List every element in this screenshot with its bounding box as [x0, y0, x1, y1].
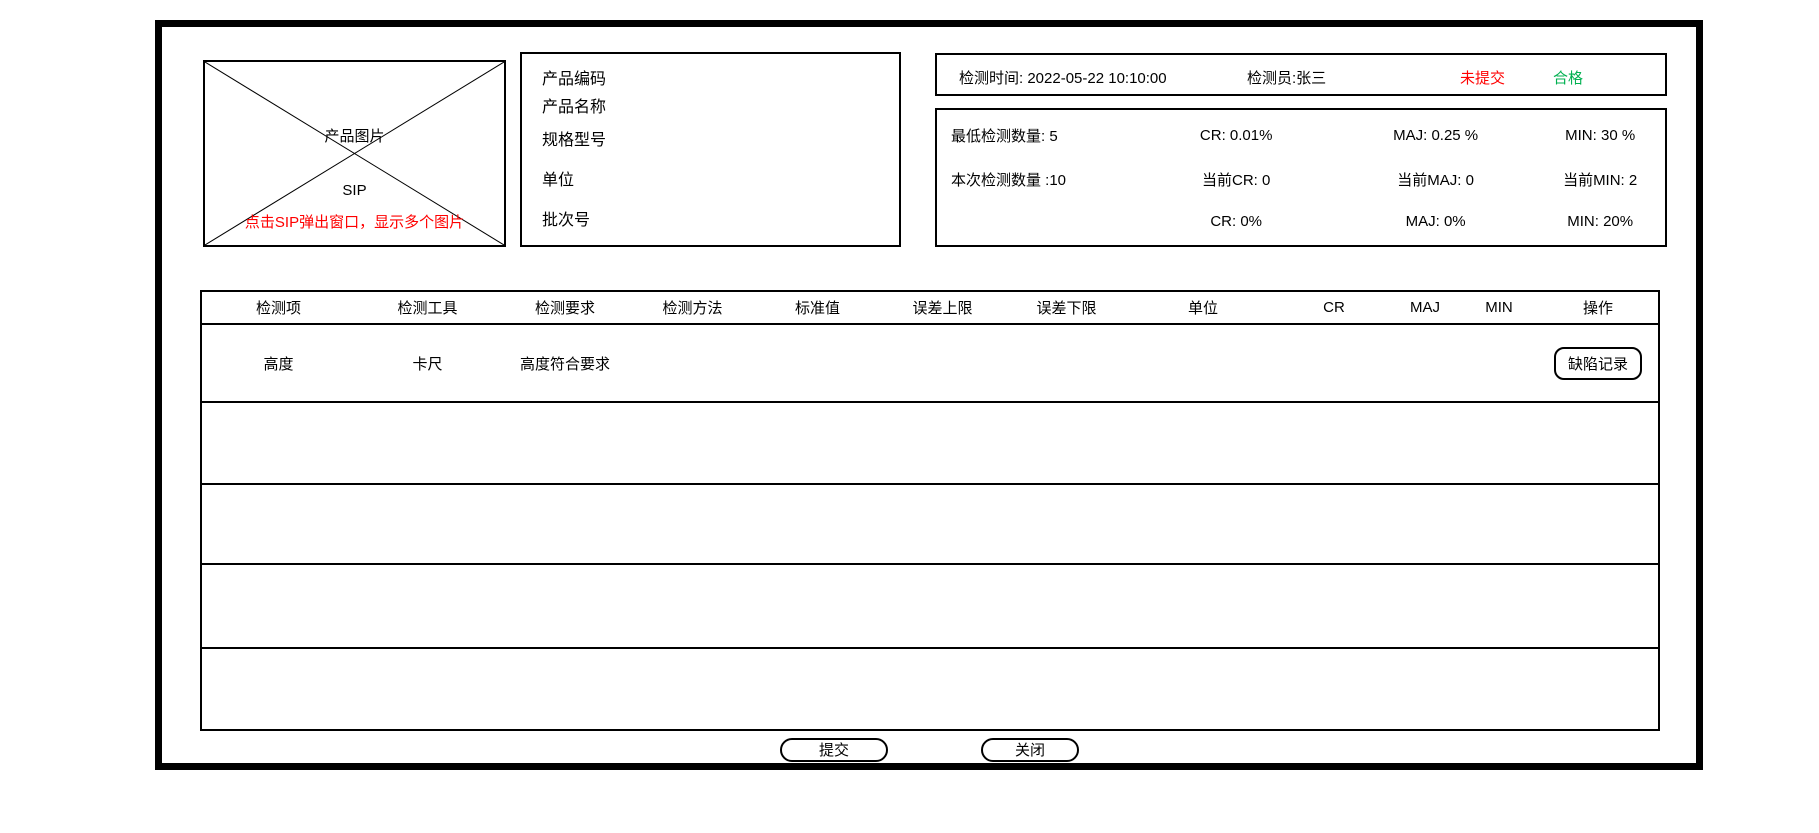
cell-item: 高度 — [202, 353, 355, 374]
result-status-badge: 合格 — [1553, 67, 1583, 88]
current-inspect-qty: 本次检测数量 :10 — [937, 169, 1166, 190]
sip-label[interactable]: SIP — [205, 182, 504, 199]
inspection-time: 检测时间: 2022-05-22 10:10:00 — [959, 67, 1167, 88]
sip-hint-annotation: 点击SIP弹出窗口，显示多个图片 — [205, 211, 504, 232]
current-maj: 当前MAJ: 0 — [1356, 169, 1516, 190]
cell-requirement: 高度符合要求 — [500, 353, 630, 374]
stats-row-current: 本次检测数量 :10 当前CR: 0 当前MAJ: 0 当前MIN: 2 — [937, 169, 1665, 190]
col-header-tool: 检测工具 — [355, 297, 500, 318]
min-required-qty: 最低检测数量: 5 — [937, 125, 1166, 146]
stats-row-rates: CR: 0% MAJ: 0% MIN: 20% — [937, 213, 1665, 230]
cr-rate: CR: 0% — [1166, 213, 1306, 230]
defect-record-button[interactable]: 缺陷记录 — [1554, 347, 1642, 380]
table-header-row: 检测项 检测工具 检测要求 检测方法 标准值 误差上限 误差下限 单位 CR M… — [202, 292, 1658, 325]
inspection-stats-box: 最低检测数量: 5 CR: 0.01% MAJ: 0.25 % MIN: 30 … — [935, 108, 1667, 247]
maj-limit: MAJ: 0.25 % — [1356, 127, 1516, 144]
inspection-info-box: 检测时间: 2022-05-22 10:10:00 检测员:张三 未提交 合格 — [935, 53, 1667, 96]
table-row-empty — [202, 565, 1658, 649]
product-image-box[interactable]: 产品图片 SIP 点击SIP弹出窗口，显示多个图片 — [203, 60, 506, 247]
field-label-spec-model: 规格型号 — [542, 126, 606, 150]
table-row-empty — [202, 649, 1658, 729]
table-row-empty — [202, 485, 1658, 565]
table-row: 高度 卡尺 高度符合要求 缺陷记录 — [202, 325, 1658, 403]
maj-rate: MAJ: 0% — [1356, 213, 1516, 230]
submit-button[interactable]: 提交 — [780, 738, 888, 762]
col-header-maj: MAJ — [1390, 299, 1460, 316]
col-header-action: 操作 — [1538, 297, 1658, 318]
col-header-unit: 单位 — [1128, 297, 1278, 318]
current-cr: 当前CR: 0 — [1166, 169, 1306, 190]
field-label-product-code: 产品编码 — [542, 65, 606, 89]
product-image-label: 产品图片 — [205, 125, 504, 146]
table-row-empty — [202, 403, 1658, 485]
stats-row-limits: 最低检测数量: 5 CR: 0.01% MAJ: 0.25 % MIN: 30 … — [937, 125, 1665, 146]
cr-limit: CR: 0.01% — [1166, 127, 1306, 144]
field-label-product-name: 产品名称 — [542, 93, 606, 117]
inspection-dialog-page: 产品图片 SIP 点击SIP弹出窗口，显示多个图片 产品编码 产品名称 规格型号… — [0, 0, 1819, 833]
col-header-item: 检测项 — [202, 297, 355, 318]
field-label-batch-no: 批次号 — [542, 206, 590, 230]
col-header-min: MIN — [1460, 299, 1538, 316]
inspector-name: 检测员:张三 — [1247, 67, 1326, 88]
inspection-table: 检测项 检测工具 检测要求 检测方法 标准值 误差上限 误差下限 单位 CR M… — [200, 290, 1660, 731]
submit-status-badge: 未提交 — [1460, 67, 1505, 88]
current-min: 当前MIN: 2 — [1535, 169, 1665, 190]
col-header-standard: 标准值 — [755, 297, 880, 318]
cell-tool: 卡尺 — [355, 353, 500, 374]
product-info-box: 产品编码 产品名称 规格型号 单位 批次号 — [520, 52, 901, 247]
col-header-lower-tol: 误差下限 — [1005, 297, 1128, 318]
col-header-method: 检测方法 — [630, 297, 755, 318]
min-limit: MIN: 30 % — [1535, 127, 1665, 144]
col-header-upper-tol: 误差上限 — [880, 297, 1005, 318]
col-header-cr: CR — [1278, 299, 1390, 316]
min-rate: MIN: 20% — [1535, 213, 1665, 230]
close-button[interactable]: 关闭 — [981, 738, 1079, 762]
field-label-unit: 单位 — [542, 166, 574, 190]
col-header-requirement: 检测要求 — [500, 297, 630, 318]
